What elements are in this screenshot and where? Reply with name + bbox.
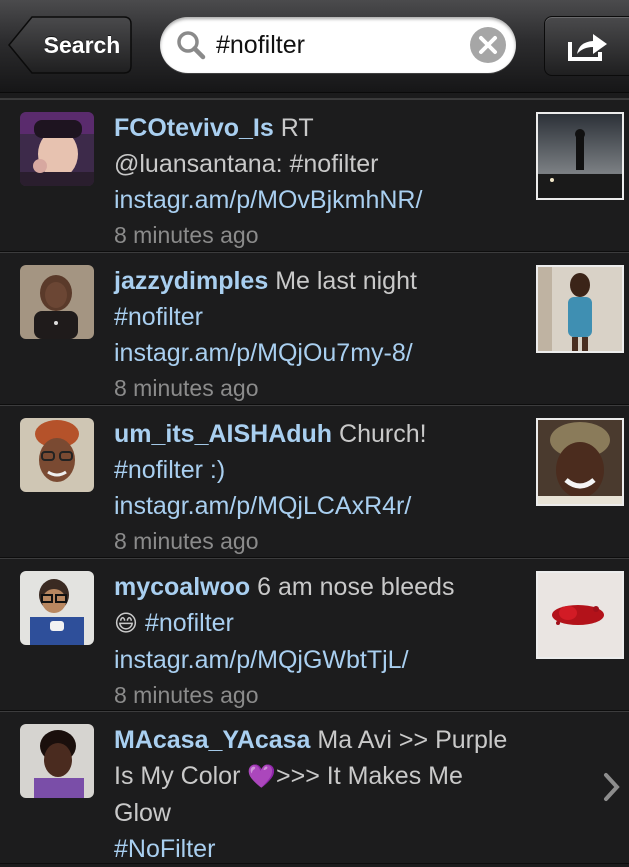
tweet-text-line: @luansantana: #nofilter <box>114 150 379 178</box>
tweet-username[interactable]: MAcasa_YAcasa <box>114 726 310 754</box>
tweet-link[interactable]: instagr.am/p/MQjLCAxR4r/ <box>114 492 411 520</box>
avatar[interactable] <box>20 112 94 186</box>
tweet-row[interactable]: FCOtevivo_Is RT @luansantana: #nofilter … <box>0 99 629 252</box>
tweet-body: FCOtevivo_Is RT @luansantana: #nofilter … <box>114 110 519 252</box>
tweet-username[interactable]: FCOtevivo_Is <box>114 114 274 142</box>
avatar[interactable] <box>20 571 94 645</box>
navigation-bar: Search #nofilter <box>0 0 629 93</box>
tweet-link[interactable]: instagr.am/p/MQjGWbtTjL/ <box>114 646 409 674</box>
tweet-username[interactable]: mycoalwoo <box>114 573 250 601</box>
clear-search-icon[interactable] <box>470 27 506 63</box>
purple-heart-emoji: 💜 <box>247 764 276 790</box>
tweet-text: 6 am nose bleeds <box>257 573 455 601</box>
tweet-text: RT <box>280 114 314 142</box>
grinning-face-emoji: 😄 <box>114 611 138 637</box>
avatar[interactable] <box>20 265 94 339</box>
tweet-body: MAcasa_YAcasa Ma Avi >> Purple Is My Col… <box>114 722 519 867</box>
tweet-link[interactable]: instagr.am/p/MOvBjkmhNR/ <box>114 186 422 214</box>
tweet-text: Church! <box>339 420 427 448</box>
tweet-hashtag[interactable]: #NoFilter <box>114 835 215 863</box>
chevron-right-icon[interactable] <box>603 772 621 802</box>
back-search-button[interactable]: Search <box>8 16 132 74</box>
tweet-row[interactable]: um_its_AISHAduh Church! #nofilter :) ins… <box>0 405 629 558</box>
tweet-row[interactable]: jazzydimples Me last night #nofilter ins… <box>0 252 629 405</box>
tweet-timestamp: 8 minutes ago <box>114 375 259 401</box>
tweet-row[interactable]: MAcasa_YAcasa Ma Avi >> Purple Is My Col… <box>0 711 629 864</box>
search-query-text: #nofilter <box>216 31 305 59</box>
tweet-username[interactable]: jazzydimples <box>114 267 268 295</box>
search-icon <box>176 30 206 65</box>
tweet-list[interactable]: FCOtevivo_Is RT @luansantana: #nofilter … <box>0 93 629 864</box>
tweet-body: jazzydimples Me last night #nofilter ins… <box>114 263 519 405</box>
tweet-hashtag[interactable]: #nofilter :) <box>114 456 225 484</box>
tweet-timestamp: 8 minutes ago <box>114 528 259 554</box>
share-icon <box>568 34 607 61</box>
tweet-timestamp: 8 minutes ago <box>114 682 259 708</box>
tweet-link[interactable]: instagr.am/p/MQjOu7my-8/ <box>114 339 413 367</box>
tweet-photo-thumbnail[interactable] <box>536 265 624 353</box>
search-input[interactable]: #nofilter <box>160 17 516 73</box>
tweet-hashtag[interactable]: #nofilter <box>145 609 234 637</box>
tweet-photo-thumbnail[interactable] <box>536 418 624 506</box>
tweet-timestamp: 8 minutes ago <box>114 222 259 248</box>
tweet-row[interactable]: mycoalwoo 6 am nose bleeds 😄 #nofilter i… <box>0 558 629 711</box>
tweet-photo-thumbnail[interactable] <box>536 571 624 659</box>
tweet-text-line: Is My Color <box>114 762 241 790</box>
avatar[interactable] <box>20 418 94 492</box>
tweet-body: mycoalwoo 6 am nose bleeds 😄 #nofilter i… <box>114 569 519 712</box>
tweet-photo-thumbnail[interactable] <box>536 112 624 200</box>
tweet-text: Me last night <box>275 267 417 295</box>
tweet-username[interactable]: um_its_AISHAduh <box>114 420 332 448</box>
share-button[interactable] <box>544 16 629 76</box>
tweet-body: um_its_AISHAduh Church! #nofilter :) ins… <box>114 416 519 558</box>
tweet-text: Ma Avi >> Purple <box>317 726 508 754</box>
back-button-label: Search <box>43 32 121 58</box>
avatar[interactable] <box>20 724 94 798</box>
tweet-hashtag[interactable]: #nofilter <box>114 303 203 331</box>
